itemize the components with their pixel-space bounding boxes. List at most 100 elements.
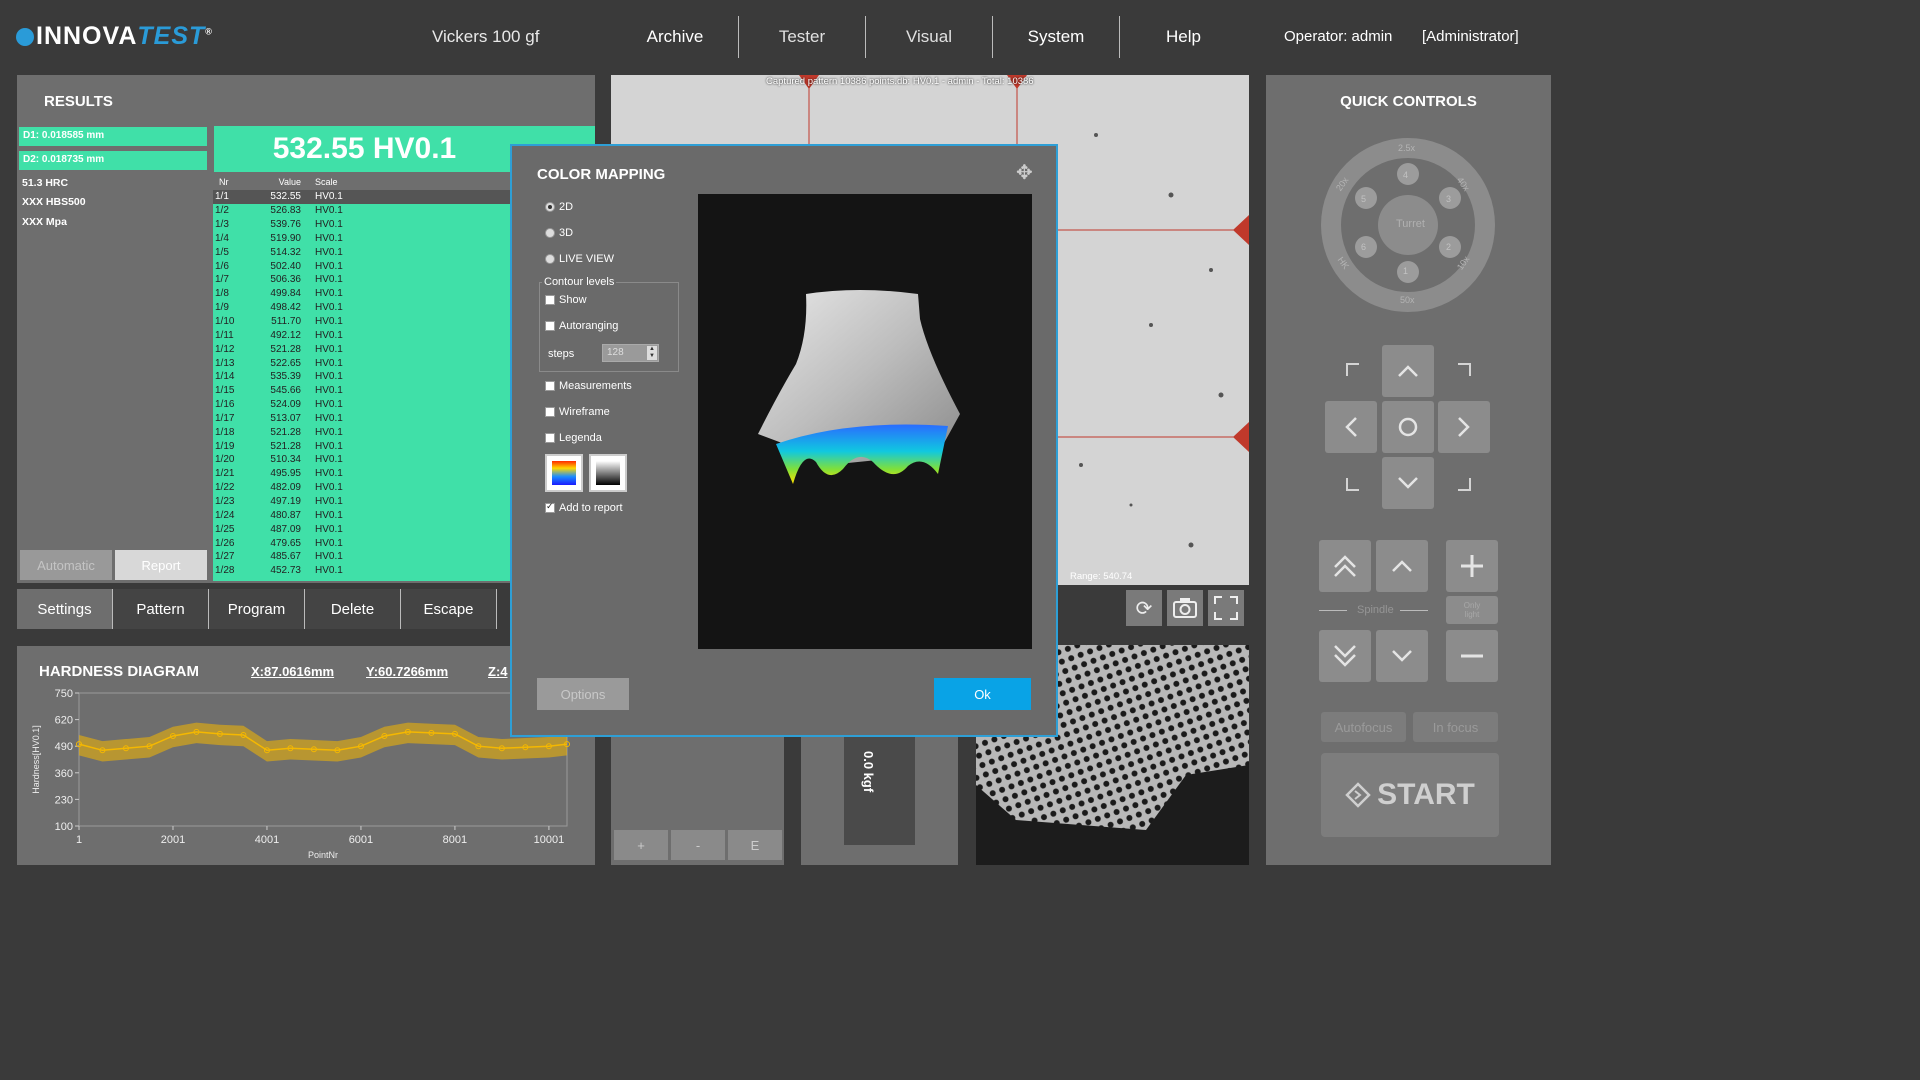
legenda-option[interactable]: Legenda: [545, 432, 602, 444]
in-focus-button[interactable]: In focus: [1413, 712, 1498, 742]
turret-pos-1[interactable]: 1: [1403, 266, 1408, 276]
y-coordinate[interactable]: Y:60.7266mm: [366, 664, 448, 679]
table-row[interactable]: 1/2 526.83 HV0.1: [213, 204, 513, 218]
fullscreen-icon[interactable]: [1208, 590, 1244, 626]
turret-pos-6[interactable]: 6: [1361, 242, 1366, 252]
view-2d-option[interactable]: 2D: [545, 201, 573, 213]
measurements-checkbox[interactable]: [545, 381, 555, 391]
minus-button[interactable]: -: [671, 830, 725, 860]
turret-pos-3[interactable]: 3: [1446, 194, 1451, 204]
live-view-option[interactable]: LIVE VIEW: [545, 253, 614, 265]
tab-pattern[interactable]: Pattern: [113, 589, 209, 629]
autoranging-option[interactable]: Autoranging: [545, 320, 618, 332]
table-row[interactable]: 1/13 522.65 HV0.1: [213, 356, 513, 370]
grayscale-palette-swatch[interactable]: [589, 454, 627, 492]
table-row[interactable]: 1/25 487.09 HV0.1: [213, 522, 513, 536]
measurements-option[interactable]: Measurements: [545, 380, 632, 392]
spindle-down-button[interactable]: [1376, 630, 1428, 682]
table-row[interactable]: 1/28 452.73 HV0.1: [213, 564, 513, 578]
table-row[interactable]: 1/23 497.19 HV0.1: [213, 495, 513, 509]
stage-up-button[interactable]: [1382, 345, 1434, 397]
table-row[interactable]: 1/20 510.34 HV0.1: [213, 453, 513, 467]
add-to-report-option[interactable]: Add to report: [545, 501, 623, 514]
stage-left-button[interactable]: [1325, 401, 1377, 453]
turret-pos-5[interactable]: 5: [1361, 194, 1366, 204]
color-palette-swatch[interactable]: [545, 454, 583, 492]
tab-delete[interactable]: Delete: [305, 589, 401, 629]
camera-rotate-icon[interactable]: ⟳: [1126, 590, 1162, 626]
corner-top-right-icon[interactable]: [1457, 363, 1471, 377]
legenda-checkbox[interactable]: [545, 433, 555, 443]
wireframe-checkbox[interactable]: [545, 407, 555, 417]
table-row[interactable]: 1/27 485.67 HV0.1: [213, 550, 513, 564]
corner-top-left-icon[interactable]: [1346, 363, 1360, 377]
stage-right-button[interactable]: [1438, 401, 1490, 453]
table-row[interactable]: 1/6 502.40 HV0.1: [213, 259, 513, 273]
table-row[interactable]: 1/9 498.42 HV0.1: [213, 301, 513, 315]
nav-tester[interactable]: Tester: [739, 16, 866, 58]
table-row[interactable]: 1/26 479.65 HV0.1: [213, 536, 513, 550]
table-row[interactable]: 1/4 519.90 HV0.1: [213, 232, 513, 246]
table-row[interactable]: 1/5 514.32 HV0.1: [213, 245, 513, 259]
add-to-report-checkbox[interactable]: [545, 501, 555, 513]
start-button[interactable]: START: [1321, 753, 1499, 837]
spindle-up-button[interactable]: [1376, 540, 1428, 592]
spindle-fast-up-button[interactable]: [1319, 540, 1371, 592]
table-row[interactable]: 1/10 511.70 HV0.1: [213, 315, 513, 329]
options-button[interactable]: Options: [537, 678, 629, 710]
steps-spinner-icon[interactable]: ▲ ▼: [647, 346, 657, 360]
table-row[interactable]: 1/11 492.12 HV0.1: [213, 328, 513, 342]
table-row[interactable]: 1/7 506.36 HV0.1: [213, 273, 513, 287]
ok-button[interactable]: Ok: [934, 678, 1031, 710]
table-row[interactable]: 1/16 524.09 HV0.1: [213, 398, 513, 412]
autofocus-button[interactable]: Autofocus: [1321, 712, 1406, 742]
table-row[interactable]: 1/8 499.84 HV0.1: [213, 287, 513, 301]
move-icon[interactable]: ✥: [1016, 160, 1033, 185]
turret-pos-2[interactable]: 2: [1446, 242, 1451, 252]
table-row[interactable]: 1/1 532.55 HV0.1: [213, 190, 513, 204]
light-minus-button[interactable]: [1446, 630, 1498, 682]
nav-help[interactable]: Help: [1120, 16, 1247, 58]
corner-bottom-right-icon[interactable]: [1457, 477, 1471, 491]
tab-escape[interactable]: Escape: [401, 589, 497, 629]
corner-bottom-left-icon[interactable]: [1346, 477, 1360, 491]
view-3d-option[interactable]: 3D: [545, 227, 573, 239]
camera-icon[interactable]: [1167, 590, 1203, 626]
spindle-fast-down-button[interactable]: [1319, 630, 1371, 682]
radio-2d[interactable]: [545, 202, 555, 212]
color-map-preview[interactable]: [698, 194, 1032, 649]
table-row[interactable]: 1/21 495.95 HV0.1: [213, 467, 513, 481]
wireframe-option[interactable]: Wireframe: [545, 406, 610, 418]
autoranging-checkbox[interactable]: [545, 321, 555, 331]
nav-archive[interactable]: Archive: [612, 16, 739, 58]
nav-visual[interactable]: Visual: [866, 16, 993, 58]
table-row[interactable]: 1/24 480.87 HV0.1: [213, 508, 513, 522]
show-checkbox[interactable]: [545, 295, 555, 305]
table-row[interactable]: 1/3 539.76 HV0.1: [213, 218, 513, 232]
e-button[interactable]: E: [728, 830, 782, 860]
table-row[interactable]: 1/12 521.28 HV0.1: [213, 342, 513, 356]
nav-system[interactable]: System: [993, 16, 1120, 58]
plus-button[interactable]: +: [614, 830, 668, 860]
steps-input[interactable]: 128 ▲ ▼: [602, 344, 659, 362]
table-row[interactable]: 1/15 545.66 HV0.1: [213, 384, 513, 398]
stage-down-button[interactable]: [1382, 457, 1434, 509]
table-row[interactable]: 1/19 521.28 HV0.1: [213, 439, 513, 453]
tab-settings[interactable]: Settings: [17, 589, 113, 629]
show-option[interactable]: Show: [545, 294, 587, 306]
radio-3d[interactable]: [545, 228, 555, 238]
automatic-button[interactable]: Automatic: [20, 550, 112, 580]
z-coordinate[interactable]: Z:4: [488, 664, 508, 679]
table-row[interactable]: 1/14 535.39 HV0.1: [213, 370, 513, 384]
report-button[interactable]: Report: [115, 550, 207, 580]
only-light-button[interactable]: Only light: [1446, 596, 1498, 624]
light-plus-button[interactable]: [1446, 540, 1498, 592]
table-row[interactable]: 1/17 513.07 HV0.1: [213, 412, 513, 426]
stage-center-button[interactable]: [1382, 401, 1434, 453]
turret-pos-4[interactable]: 4: [1403, 170, 1408, 180]
x-coordinate[interactable]: X:87.0616mm: [251, 664, 334, 679]
radio-live-view[interactable]: [545, 254, 555, 264]
tab-program[interactable]: Program: [209, 589, 305, 629]
table-row[interactable]: 1/18 521.28 HV0.1: [213, 425, 513, 439]
table-row[interactable]: 1/22 482.09 HV0.1: [213, 481, 513, 495]
